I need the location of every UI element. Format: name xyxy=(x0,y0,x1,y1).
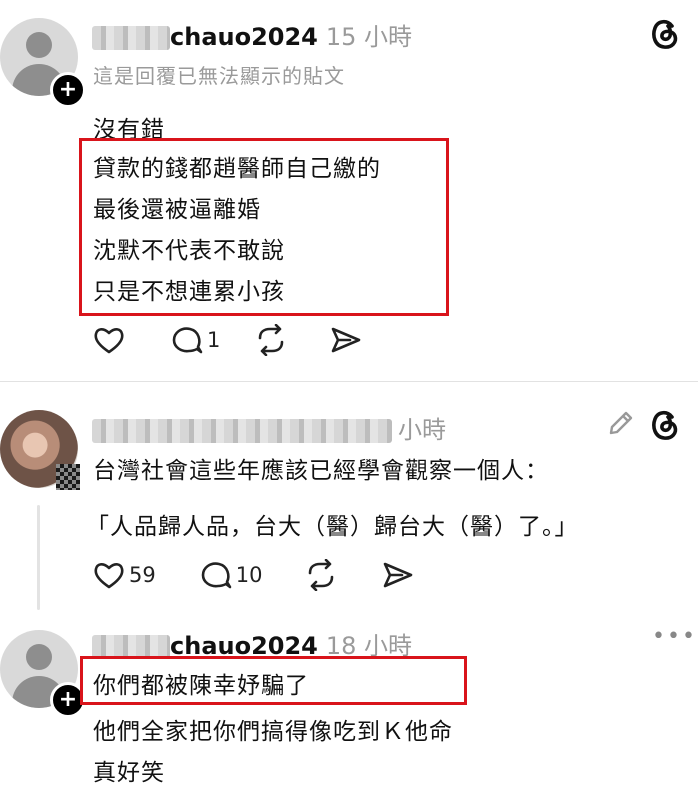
share-icon xyxy=(384,562,413,588)
username[interactable]: 小時 xyxy=(92,410,446,445)
share-button[interactable] xyxy=(330,325,362,355)
comment-count: 1 xyxy=(207,328,221,352)
post-line: 真好笑 xyxy=(93,760,165,786)
post-line: 他們全家把你們搞得像吃到Ｋ他命 xyxy=(93,719,453,745)
threads-icon[interactable] xyxy=(648,407,682,443)
edit-icon[interactable] xyxy=(606,408,636,438)
share-button[interactable] xyxy=(382,560,414,590)
share-icon xyxy=(332,327,361,353)
post-time: 15 小時 xyxy=(325,23,413,51)
heart-icon xyxy=(94,328,124,354)
post-line: 你們都被陳幸妤騙了 xyxy=(93,673,309,699)
like-button[interactable]: 59 xyxy=(93,560,156,590)
post-time: 小時 xyxy=(398,416,446,444)
blurred-username-prefix xyxy=(92,26,170,50)
like-count: 59 xyxy=(129,563,156,587)
repost-button[interactable] xyxy=(304,559,338,591)
post-divider xyxy=(0,381,698,382)
post-line: 沈默不代表不敢說 xyxy=(93,238,285,264)
pixelated-badge-icon xyxy=(56,464,80,490)
username[interactable]: chauo2024 15 小時 xyxy=(92,17,412,52)
reply-note: 這是回覆已無法顯示的貼文 xyxy=(93,64,345,88)
blurred-username xyxy=(92,419,392,443)
follow-plus-icon[interactable]: + xyxy=(50,72,86,108)
comment-button[interactable]: 10 xyxy=(200,560,263,590)
repost-icon xyxy=(259,324,284,356)
more-icon[interactable]: ••• xyxy=(652,624,697,649)
post-line: 只是不想連累小孩 xyxy=(93,279,285,305)
threads-icon[interactable] xyxy=(648,16,682,52)
post-line: 貸款的錢都趙醫師自己繳的 xyxy=(93,156,381,182)
comment-button[interactable]: 1 xyxy=(171,325,220,355)
like-button[interactable] xyxy=(93,325,129,355)
heart-icon xyxy=(94,563,124,589)
comment-icon xyxy=(201,562,232,589)
post-line: 「人品歸人品，台大（醫）歸台大（醫）了。」 xyxy=(86,514,579,540)
repost-button[interactable] xyxy=(254,324,288,356)
repost-icon xyxy=(309,559,334,591)
thread-line xyxy=(37,505,40,610)
comment-icon xyxy=(172,327,203,354)
post-actions: 1 xyxy=(93,324,388,356)
post-line: 最後還被逼離婚 xyxy=(93,197,261,223)
post-actions: 59 10 xyxy=(93,559,440,591)
comment-count: 10 xyxy=(235,563,263,587)
post-line: 台灣社會這些年應該已經學會觀察一個人： xyxy=(93,458,549,484)
